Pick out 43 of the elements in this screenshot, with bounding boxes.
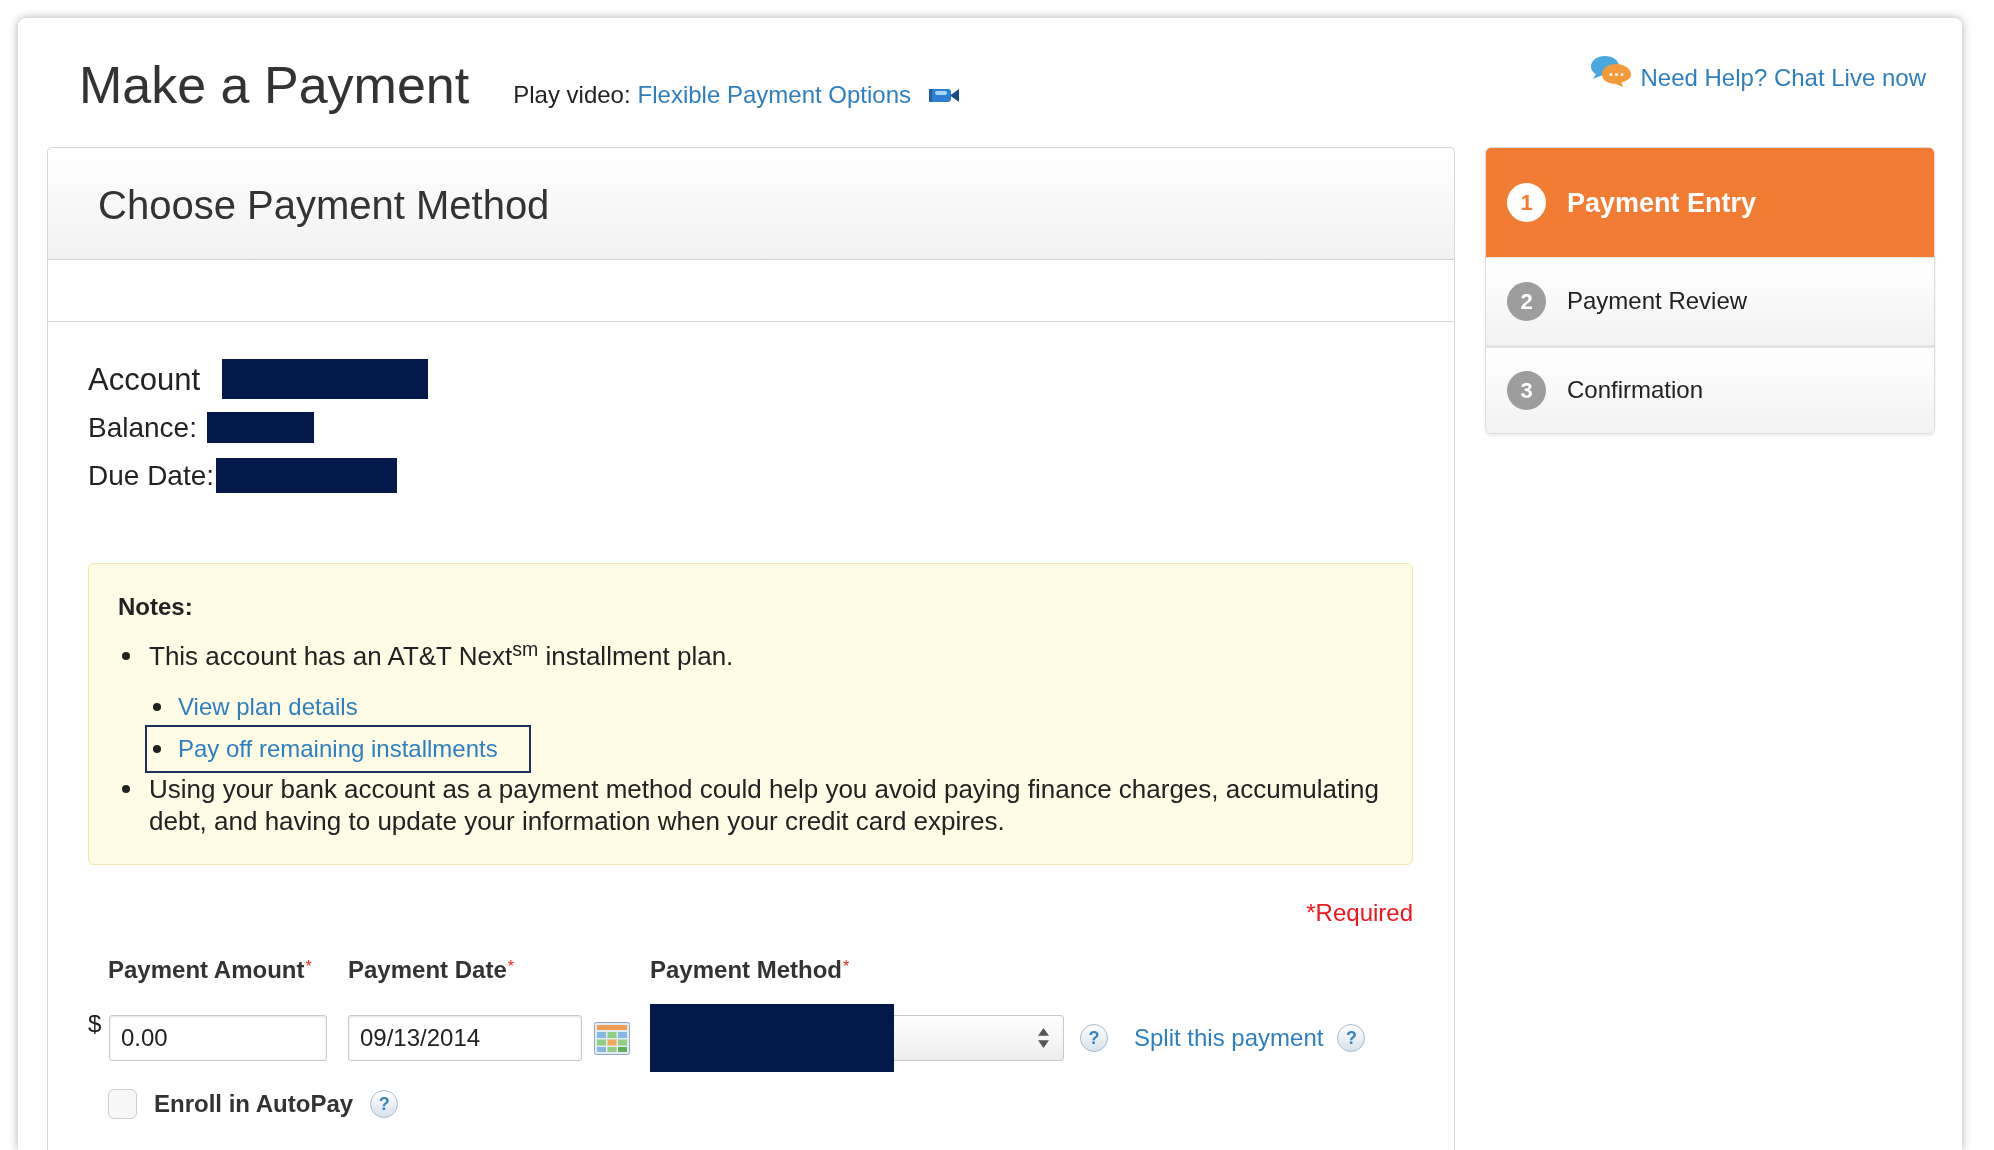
bullet-icon bbox=[153, 703, 161, 712]
step-label: Payment Entry bbox=[1567, 186, 1757, 220]
required-mark: * bbox=[843, 958, 850, 976]
bullet-icon bbox=[153, 745, 161, 754]
video-camera-icon[interactable] bbox=[929, 88, 960, 103]
bullet-icon bbox=[122, 652, 130, 661]
note-text: Using your bank account as a payment method could help you avoid paying finance charges, accumulating debt, and having to update your information when your credit card expires. bbox=[149, 773, 1380, 838]
notes-title: Notes: bbox=[118, 592, 193, 623]
field-label: Payment Date bbox=[348, 956, 507, 984]
required-mark: * bbox=[305, 958, 312, 976]
required-mark: * bbox=[507, 958, 514, 976]
notes-link[interactable]: View plan details bbox=[145, 689, 391, 726]
detail-label: Balance: bbox=[88, 410, 197, 445]
note-text: This account has an AT&T Next$^{sm}$ installment plan. bbox=[149, 640, 734, 673]
select-field[interactable] bbox=[894, 1015, 1064, 1062]
split-payment-link[interactable]: Split this payment bbox=[1134, 1024, 1324, 1053]
required-note: *Required bbox=[1306, 898, 1413, 929]
page-title: Make a Payment bbox=[79, 55, 470, 116]
help-icon[interactable]: ? bbox=[1337, 1024, 1366, 1053]
help-icon[interactable]: ? bbox=[370, 1090, 399, 1119]
checkbox-label: Enroll in AutoPay bbox=[154, 1090, 354, 1119]
account-label: Account bbox=[88, 360, 200, 398]
video-label: Play video: bbox=[513, 81, 631, 110]
field-label: Payment Amount bbox=[108, 956, 305, 984]
autopay-checkbox[interactable] bbox=[108, 1089, 137, 1120]
step-number: 3 bbox=[1507, 371, 1546, 411]
date-input[interactable]: 09/13/2014 bbox=[348, 1015, 582, 1062]
amount-input[interactable]: 0.00 bbox=[109, 1015, 327, 1062]
field-label: Payment Method bbox=[650, 956, 843, 984]
chat-link[interactable]: Need Help? Chat Live now bbox=[1591, 56, 1926, 93]
calendar-icon[interactable] bbox=[594, 1021, 630, 1055]
help-icon[interactable]: ? bbox=[1080, 1024, 1108, 1053]
chat-bubbles-icon bbox=[1591, 56, 1632, 87]
dropdown-arrows-icon bbox=[1038, 1028, 1049, 1049]
video-link[interactable]: Flexible Payment Options bbox=[637, 81, 912, 110]
detail-label: Due Date: bbox=[88, 458, 215, 493]
currency-symbol: $ bbox=[88, 1009, 103, 1040]
step-label: Payment Review bbox=[1567, 287, 1748, 317]
bullet-icon bbox=[122, 785, 130, 794]
step-number: 1 bbox=[1507, 183, 1546, 223]
step-number: 2 bbox=[1507, 282, 1546, 322]
step-label: Confirmation bbox=[1567, 376, 1704, 406]
notes-link[interactable]: Pay off remaining installments bbox=[145, 725, 531, 774]
